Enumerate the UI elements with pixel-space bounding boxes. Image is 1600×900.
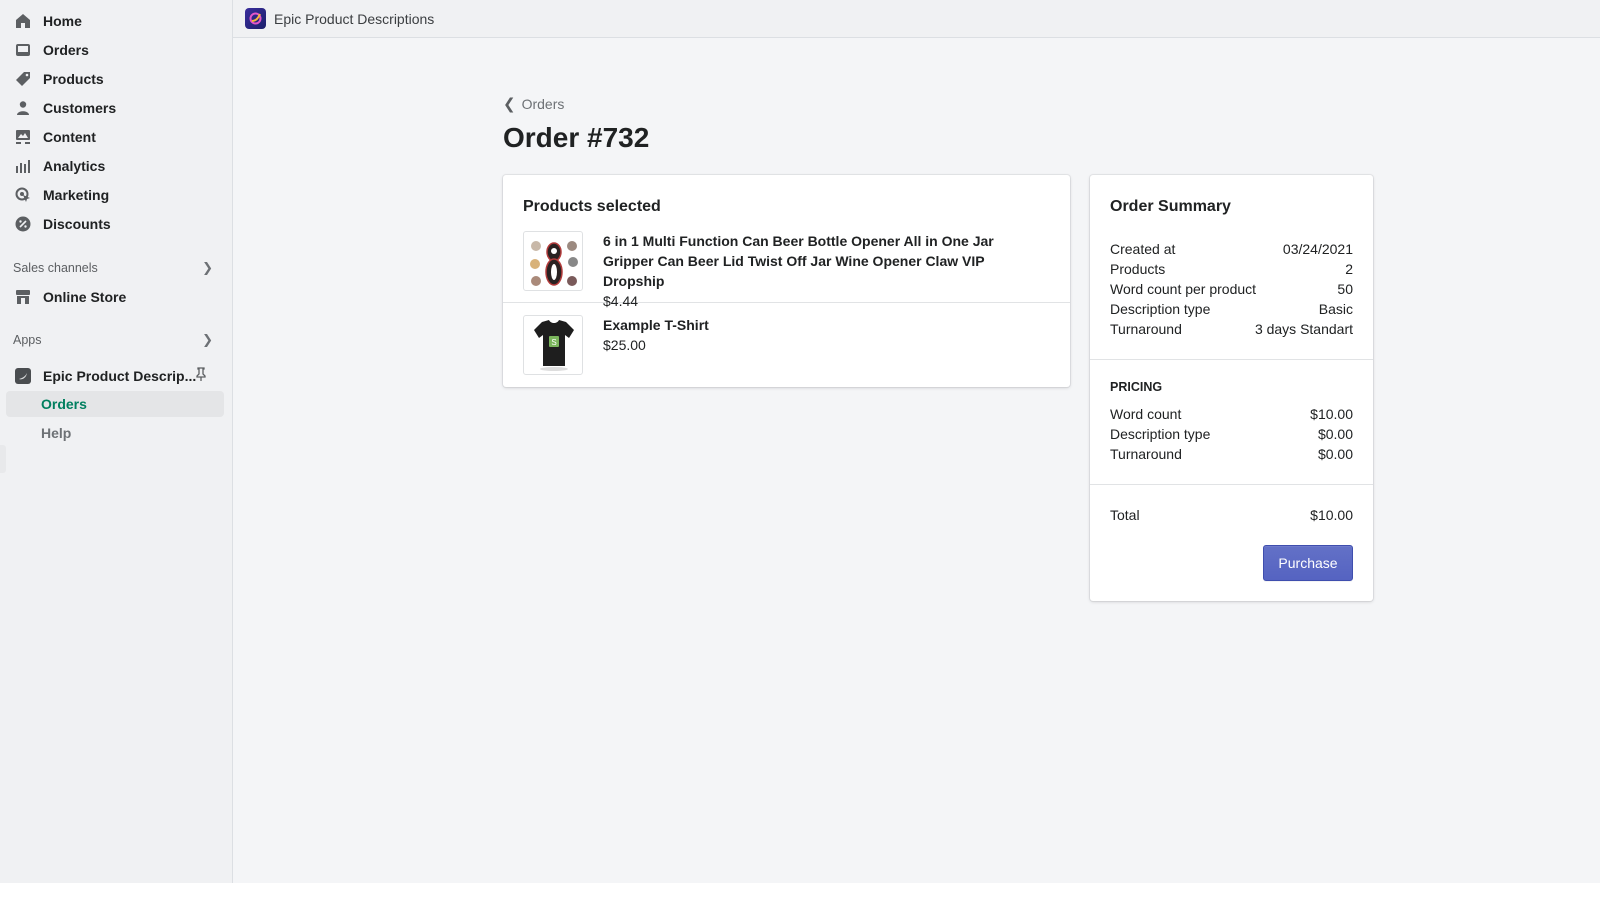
pricing-row-description-type: Description type $0.00 [1110,424,1353,444]
pricing-heading: PRICING [1110,380,1163,394]
order-summary-card: Order Summary Created at 03/24/2021 Prod… [1090,175,1373,601]
apps-header[interactable]: Apps ❯ [13,330,213,350]
sub-nav-orders[interactable]: Orders [6,391,224,417]
card-title: Order Summary [1110,198,1231,215]
total-value: $10.00 [1310,507,1353,523]
nav-app-epic[interactable]: Epic Product Descrip... [0,361,233,390]
row-value: $0.00 [1317,446,1353,462]
row-label: Word count per product [1110,281,1257,297]
row-value: $10.00 [1310,406,1353,422]
row-value: 50 [1337,281,1353,297]
nav-analytics[interactable]: Analytics [0,151,233,180]
sub-nav-help[interactable]: Help [6,420,224,446]
bottle-opener-image [530,241,578,286]
nav-label: Products [43,70,104,87]
summary-row-created-at: Created at 03/24/2021 [1110,239,1353,259]
total-row: Total $10.00 [1110,505,1353,525]
sidebar-scrollbar[interactable] [0,445,6,473]
nav-online-store[interactable]: Online Store [0,282,233,311]
nav-label: Marketing [43,186,110,203]
pin-icon[interactable] [195,367,207,387]
page-title: Order #732 [503,122,650,153]
card-title: Products selected [523,198,661,215]
app-logo-icon [245,8,266,29]
row-label: Description type [1110,301,1211,317]
nav-label: Online Store [43,288,127,305]
product-info: 6 in 1 Multi Function Can Beer Bottle Op… [603,231,1048,311]
discount-icon [14,215,32,233]
bar-chart-icon [14,157,32,175]
row-value: 3 days Standart [1254,321,1353,337]
nav-customers[interactable]: Customers [0,93,233,122]
tag-icon [14,70,32,88]
person-icon [14,99,32,117]
total-label: Total [1110,507,1140,523]
nav-label: Epic Product Descrip... [43,367,197,384]
row-label: Turnaround [1110,321,1182,337]
nav-content[interactable]: Content [0,122,233,151]
nav-discounts[interactable]: Discounts [0,209,233,238]
product-price: $25.00 [603,337,646,353]
row-label: Description type [1110,426,1211,442]
row-value: $0.00 [1317,426,1353,442]
row-value: Basic [1318,301,1353,317]
row-label: Products [1110,261,1166,277]
row-label: Word count [1110,406,1182,422]
store-icon [14,288,32,306]
nav-products[interactable]: Products [0,64,233,93]
nav-label: Home [43,12,82,29]
pricing-row-turnaround: Turnaround $0.00 [1110,444,1353,464]
nav-label: Orders [43,41,89,58]
nav-orders[interactable]: Orders [0,35,233,64]
product-row: 6 in 1 Multi Function Can Beer Bottle Op… [503,231,1070,309]
summary-row-turnaround: Turnaround 3 days Standart [1110,319,1353,339]
product-thumbnail: S [523,315,583,375]
marketing-icon [14,186,32,204]
app-icon [14,367,32,385]
product-name: Example T-Shirt [603,317,709,333]
chevron-left-icon: ❮ [503,96,516,113]
purchase-button[interactable]: Purchase [1263,545,1353,581]
app-title: Epic Product Descriptions [274,10,435,27]
sidebar: Home Orders Products Customers Content A… [0,0,233,883]
orders-icon [14,41,32,59]
svg-text:S: S [551,338,556,347]
summary-row-products: Products 2 [1110,259,1353,279]
product-info: Example T-Shirt $25.00 [603,315,1048,355]
tshirt-image: S [534,320,574,371]
row-label: Created at [1110,241,1176,257]
nav-label: Content [43,128,96,145]
app-topbar: Epic Product Descriptions [233,0,1600,38]
chevron-right-icon[interactable]: ❯ [202,332,213,348]
products-selected-card: Products selected 6 in 1 Multi Function … [503,175,1070,387]
nav-label: Analytics [43,157,106,174]
breadcrumb-back[interactable]: ❮ Orders [503,95,564,113]
home-icon [14,12,32,30]
summary-row-word-count: Word count per product 50 [1110,279,1353,299]
breadcrumb-label: Orders [521,96,565,112]
row-value: 03/24/2021 [1282,241,1353,257]
app-frame: Home Orders Products Customers Content A… [0,0,1600,883]
chevron-right-icon[interactable]: ❯ [202,260,213,276]
summary-row-description-type: Description type Basic [1110,299,1353,319]
nav-home[interactable]: Home [0,6,233,35]
nav-label: Discounts [43,215,111,232]
nav-marketing[interactable]: Marketing [0,180,233,209]
apps-label: Apps [13,333,42,347]
row-value: 2 [1345,261,1353,277]
divider [1090,484,1373,485]
nav-label: Customers [43,99,117,116]
content-icon [14,128,32,146]
product-row: S Example T-Shirt $25.00 [503,303,1070,387]
sales-channels-header[interactable]: Sales channels ❯ [13,258,213,278]
pricing-row-word-count: Word count $10.00 [1110,404,1353,424]
row-label: Turnaround [1110,446,1182,462]
product-thumbnail [523,231,583,291]
sales-channels-label: Sales channels [13,261,98,275]
divider [1090,359,1373,360]
product-name: 6 in 1 Multi Function Can Beer Bottle Op… [603,233,994,289]
